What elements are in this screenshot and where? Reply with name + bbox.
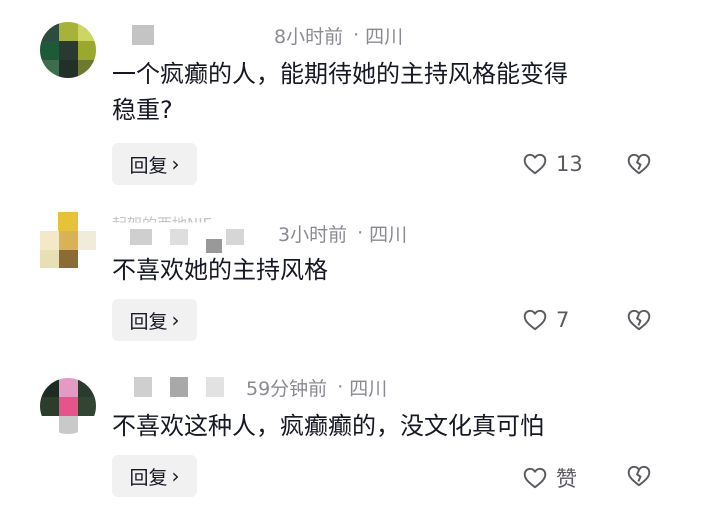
reply-label: 回复	[129, 466, 168, 489]
chevron-right-icon: ›	[171, 308, 180, 332]
comment-meta: 59分钟前 · 四川	[112, 373, 387, 401]
like-button[interactable]: 7	[522, 307, 569, 333]
comment-text: 不喜欢她的主持风格	[112, 252, 672, 288]
heart-outline-icon	[523, 467, 547, 489]
like-count: 赞	[556, 467, 577, 491]
reply-button[interactable]: 回复 ›	[112, 299, 197, 341]
separator-dot: ·	[357, 222, 364, 244]
comment-text: 不喜欢这种人，疯癫癫的，没文化真可怕	[112, 408, 672, 444]
comment-time: 59分钟前	[246, 377, 328, 400]
comment-location: 四川	[349, 377, 388, 400]
comment-location: 四川	[369, 223, 408, 246]
username-partial[interactable]: 起架的西地NIE	[112, 213, 212, 222]
like-count: 7	[556, 308, 570, 332]
chevron-right-icon: ›	[171, 464, 180, 488]
comment-text-line: 不喜欢她的主持风格	[112, 256, 328, 284]
like-button[interactable]: 赞	[522, 463, 577, 493]
reply-label: 回复	[129, 310, 168, 333]
reply-button[interactable]: 回复 ›	[112, 455, 197, 497]
avatar[interactable]	[40, 378, 96, 434]
heart-outline-icon	[523, 309, 547, 331]
comment-text-line: 不喜欢这种人，疯癫癫的，没文化真可怕	[112, 412, 544, 440]
separator-dot: ·	[337, 376, 344, 398]
broken-heart-icon[interactable]	[626, 463, 652, 489]
broken-heart-icon[interactable]	[626, 307, 652, 333]
username-blurred[interactable]	[134, 377, 152, 397]
comment-meta: 起架的西地NIE 3小时前 · 四川	[112, 215, 408, 253]
comment-time: 3小时前	[278, 223, 348, 246]
avatar[interactable]	[40, 212, 96, 268]
comment-item: 59分钟前 · 四川 不喜欢这种人，疯癫癫的，没文化真可怕 回复 › 赞	[0, 0, 703, 497]
